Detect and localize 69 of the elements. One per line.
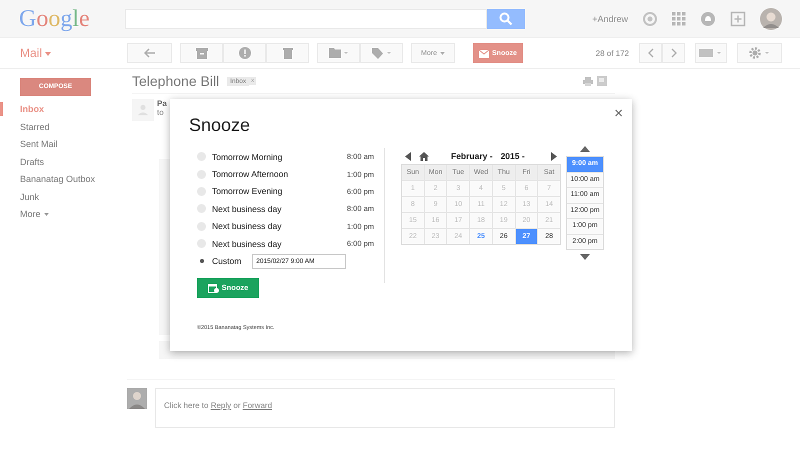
search-button[interactable] xyxy=(487,8,525,28)
settings-button[interactable] xyxy=(737,43,782,63)
spam-button[interactable] xyxy=(223,43,266,63)
previous-month-icon[interactable] xyxy=(405,152,411,160)
reply-field[interactable]: Click here to Reply or Forward xyxy=(155,388,615,428)
sidebar-item[interactable]: Bananatag Outbox xyxy=(20,174,96,184)
archive-icon xyxy=(196,48,208,58)
add-icon[interactable] xyxy=(730,10,746,26)
folder-icon xyxy=(328,48,348,58)
search-field[interactable] xyxy=(125,8,487,28)
home-icon[interactable] xyxy=(419,152,429,160)
forward-link[interactable]: Forward xyxy=(242,401,272,410)
next-month-icon[interactable] xyxy=(551,152,557,160)
option-label: Next business day xyxy=(212,204,282,214)
trash-icon xyxy=(282,47,292,59)
print-icon[interactable] xyxy=(583,76,593,86)
delete-button[interactable] xyxy=(266,43,309,63)
next-button[interactable] xyxy=(662,43,685,63)
calendar-icon xyxy=(208,282,219,293)
search-icon xyxy=(499,12,513,26)
move-to-button[interactable] xyxy=(317,43,360,63)
option-label: Next business day xyxy=(212,221,282,232)
input-tools-button[interactable] xyxy=(695,43,727,63)
notification-bell-icon[interactable] xyxy=(700,10,716,26)
sidebar-item[interactable]: Starred xyxy=(20,122,50,132)
sidebar-item[interactable]: Junk xyxy=(20,192,40,202)
close-button[interactable]: × xyxy=(614,105,623,122)
option-label: Custom xyxy=(212,256,242,266)
archive-button[interactable] xyxy=(180,43,223,63)
scroll-up-icon[interactable] xyxy=(580,146,590,152)
new-window-icon[interactable] xyxy=(597,76,607,86)
caret-icon xyxy=(440,52,445,54)
reply-button[interactable] xyxy=(127,43,172,63)
previous-button[interactable] xyxy=(639,43,662,63)
sender-avatar xyxy=(132,99,154,121)
recipient-line: to xyxy=(157,108,165,117)
mail-menu[interactable]: Mail xyxy=(0,46,127,60)
alert-icon xyxy=(238,47,250,59)
dialog-title: Snooze xyxy=(189,115,252,136)
option-label: Next business day xyxy=(212,238,282,249)
sidebar-item[interactable]: Drafts xyxy=(20,156,44,167)
caret-icon xyxy=(45,52,52,56)
month-select[interactable]: February - xyxy=(451,151,493,161)
chevron-right-icon xyxy=(670,48,676,58)
apps-grid-icon[interactable] xyxy=(672,12,686,26)
chevron-left-icon xyxy=(648,48,654,58)
sidebar-item[interactable]: Inbox xyxy=(20,104,44,114)
reply-icon xyxy=(144,48,156,58)
more-link[interactable]: More xyxy=(20,209,49,220)
google-logo: Google xyxy=(19,6,91,30)
email-subject: Telephone Bill xyxy=(132,73,220,89)
year-select[interactable]: 2015 - xyxy=(500,151,525,161)
user-avatar xyxy=(127,388,147,409)
tag-icon xyxy=(372,48,392,58)
labels-button[interactable] xyxy=(360,43,403,63)
envelope-icon xyxy=(479,48,490,58)
option-label: Tomorrow Morning xyxy=(212,152,282,162)
option-label: Tomorrow Afternoon xyxy=(212,169,288,180)
reply-prompt: Click here to Reply or Forward xyxy=(164,401,272,410)
settings-icon xyxy=(748,47,770,59)
sender-name: Pa xyxy=(157,99,167,108)
option-label: Tomorrow Evening xyxy=(212,186,282,196)
sidebar-item[interactable]: Sent Mail xyxy=(20,139,58,150)
reply-link[interactable]: Reply xyxy=(210,401,232,410)
scroll-down-icon[interactable] xyxy=(580,254,590,260)
page-count: 28 of 172 xyxy=(596,48,629,58)
avatar[interactable] xyxy=(760,8,782,30)
caret-icon xyxy=(44,213,49,216)
user-link[interactable]: +Andrew xyxy=(592,14,628,24)
